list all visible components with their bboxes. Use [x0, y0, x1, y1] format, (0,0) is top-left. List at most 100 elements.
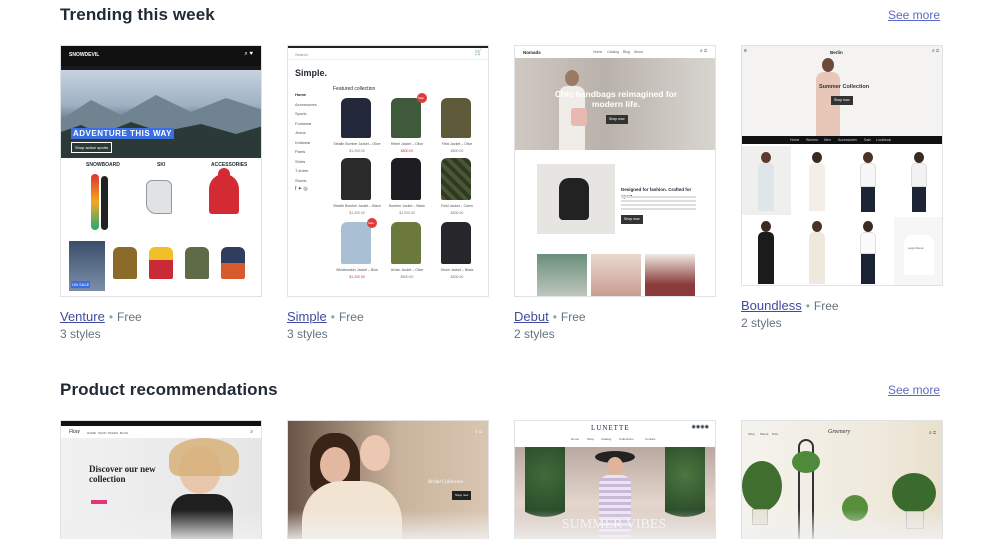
gallery-row — [515, 254, 715, 296]
theme-preview-debut[interactable]: Nomads Home Catalog Blog About ⌕ ◻ Chic … — [514, 45, 716, 297]
theme-preview-simple[interactable]: Search 🛒 Simple. Home Accessories Sports… — [287, 45, 489, 297]
search-icon: ⌕ ◻ — [699, 48, 707, 54]
preview-header: Nomads Home Catalog Blog About ⌕ ◻ — [515, 46, 715, 58]
theme-card-recommendation-2: Bridal Collection Shop now ⌕ ◻ — [287, 420, 489, 539]
product-price: $800.00 — [400, 275, 414, 279]
theme-name-link[interactable]: Venture — [60, 309, 105, 324]
theme-meta: Boundless • Free 2 styles — [741, 298, 943, 331]
model-body — [860, 163, 876, 187]
product-price: $1,200.00 — [349, 275, 365, 279]
gallery-image — [537, 254, 587, 296]
snowboard-image — [101, 176, 108, 230]
theme-preview[interactable]: Flow HOME SHOP PAGES BLOG ⌕ Discover our… — [60, 420, 262, 539]
theme-preview[interactable]: Bridal Collection Shop now ⌕ ◻ — [287, 420, 489, 539]
sale-badge: Sale — [367, 218, 377, 228]
category-label: SKI — [157, 162, 166, 168]
category-label: SNOWBOARD — [86, 162, 120, 168]
jacket-image — [185, 247, 209, 279]
menu-icon: ≡ — [744, 48, 747, 54]
nav-item: SHOP — [98, 431, 107, 435]
theme-name-link[interactable]: Simple — [287, 309, 327, 324]
theme-name-link[interactable]: Debut — [514, 309, 549, 324]
theme-preview-venture[interactable]: SNOWDEVIL ⌕ ♥ ADVENTURE THIS WAY Shop ac… — [60, 45, 262, 297]
nav-item: Sale — [864, 138, 872, 142]
dress-image — [904, 235, 934, 275]
preview-logo: Greenery — [828, 429, 851, 435]
preview-logo: LUNETTE — [591, 424, 630, 432]
model-body — [809, 163, 825, 211]
preview-nav: Home Women Men Accessories Sale Lookbook — [742, 136, 942, 144]
jacket-image — [341, 158, 371, 200]
hero-cta: Shop now — [606, 115, 628, 124]
hero-title: SUMMER VIBES — [561, 517, 667, 532]
model-body — [911, 163, 927, 187]
sale-badge-label: Sale — [368, 221, 375, 225]
see-more-link[interactable]: See more — [888, 8, 940, 22]
nav-item: About — [634, 50, 644, 54]
preview-logo: Flow — [69, 429, 80, 435]
sidebar-item: Knitwear — [295, 139, 311, 145]
model-body — [860, 232, 876, 254]
model-body — [758, 163, 774, 211]
theme-card-boundless: ≡ Berlin ⌕ ◻ Summer Collection Shop now … — [741, 45, 943, 342]
gallery-image — [645, 254, 695, 296]
theme-name-link[interactable]: Boundless — [741, 298, 802, 313]
hero-image: Bridal Collection Shop now ⌕ ◻ — [288, 421, 488, 539]
pot-image — [906, 511, 924, 529]
hero-image: ADVENTURE THIS WAY Shop action sports — [61, 70, 261, 158]
featured-heading: Featured collection — [333, 86, 376, 92]
theme-preview[interactable]: LUNETTE Home Shop Catalog Collections Co… — [514, 420, 716, 539]
product-grid: Logo Dress — [742, 146, 942, 285]
preview-logo: SNOWDEVIL — [69, 52, 100, 58]
theme-card-recommendation-4: Shop Plants Pots Greenery ⌕ ◻ — [741, 420, 943, 539]
model-head — [320, 447, 350, 483]
cart-icon: 🛒 — [474, 50, 482, 56]
handbag-image — [571, 108, 587, 126]
sidebar-item: Accessories — [295, 101, 317, 107]
feature-section: Designed for fashion. Crafted for sport.… — [515, 150, 715, 250]
nav-item: Men — [824, 138, 831, 142]
hero-image: SUMMER VIBES — [515, 447, 715, 539]
theme-preview[interactable]: Shop Plants Pots Greenery ⌕ ◻ — [741, 420, 943, 539]
preview-header: Flow HOME SHOP PAGES BLOG ⌕ — [61, 426, 261, 438]
hero-cta: Shop now — [452, 491, 472, 500]
recommendations-header: Product recommendations See more — [60, 380, 940, 400]
theme-card-recommendation-3: LUNETTE Home Shop Catalog Collections Co… — [514, 420, 716, 539]
product-title: Urban Jacket – Olive — [390, 268, 424, 272]
tile-label: Logo Dress — [908, 246, 924, 250]
jacket-image — [391, 158, 421, 200]
product-price: $800.00 — [450, 149, 464, 153]
theme-price: Free — [560, 310, 586, 324]
model-hair — [169, 438, 239, 476]
product-tile — [843, 217, 893, 285]
sidebar-item: Shorts — [295, 177, 307, 183]
mountain-tile: ON SALE — [69, 241, 105, 291]
jacket-image — [341, 98, 371, 138]
product-title: Windbreaker Jacket – Blue — [336, 268, 378, 272]
hero-title: Bridal Collection — [428, 480, 463, 485]
product-price: $1,200.00 — [349, 211, 365, 215]
theme-styles: 2 styles — [514, 327, 555, 341]
product-price: $800.00 — [450, 275, 464, 279]
model-legs — [912, 187, 926, 212]
nav-item: Home — [790, 138, 800, 142]
product-title: Bomber Jacket – Black — [389, 204, 425, 208]
product-title: Storm Jacket – Black — [440, 268, 474, 272]
hero-title: Discover our new collection — [89, 464, 156, 484]
theme-preview-boundless[interactable]: ≡ Berlin ⌕ ◻ Summer Collection Shop now … — [741, 45, 943, 286]
backpack-image — [559, 178, 589, 220]
nav-item: Women — [806, 138, 818, 142]
theme-meta: Simple • Free 3 styles — [287, 309, 489, 342]
feature-image — [537, 164, 615, 234]
trending-grid: SNOWDEVIL ⌕ ♥ ADVENTURE THIS WAY Shop ac… — [60, 45, 943, 342]
model-body — [758, 232, 774, 284]
product-row: ON SALE — [61, 241, 261, 296]
product-grid: Stealth Bomber Jacket – Olive $1,200.00 … — [333, 93, 483, 296]
nav-item: Home — [571, 437, 580, 441]
see-more-link[interactable]: See more — [888, 383, 940, 397]
category-row: SNOWBOARD SKI ACCESSORIES — [61, 158, 261, 241]
model-head — [822, 58, 834, 72]
search-icon: ⌕ ◻ — [928, 430, 936, 436]
social-icons: f ✦ ◎ — [295, 186, 308, 192]
hero-image: Chic handbags reimagined for modern life… — [515, 58, 715, 150]
